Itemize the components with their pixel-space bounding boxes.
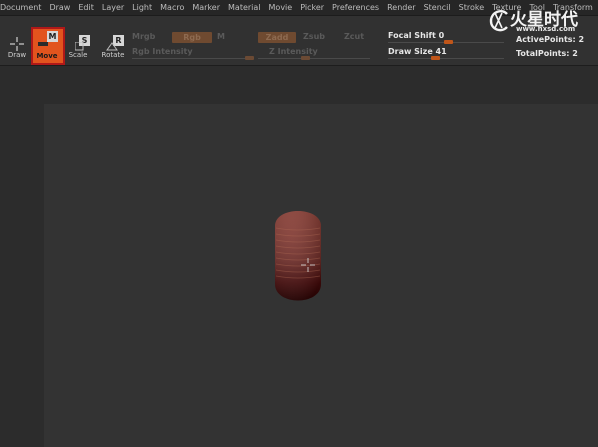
draw-size-knob[interactable]: [431, 56, 440, 60]
menu-light[interactable]: Light: [128, 0, 156, 15]
menu-draw[interactable]: Draw: [45, 0, 74, 15]
focal-shift-value: 0: [438, 31, 445, 40]
menu-edit[interactable]: Edit: [74, 0, 98, 15]
z-intensity-knob[interactable]: [301, 56, 310, 60]
move-tool-label: Move: [36, 52, 58, 60]
z-intensity-label: Z Intensity: [269, 47, 318, 56]
logo-mark-icon: [489, 10, 508, 32]
rotate-tool-label: Rotate: [101, 51, 125, 59]
rgb-intensity-label: Rgb Intensity: [132, 47, 193, 56]
focal-shift-knob[interactable]: [444, 40, 453, 44]
m-toggle[interactable]: M: [217, 32, 225, 41]
rgb-intensity-knob[interactable]: [245, 56, 254, 60]
total-points-readout: TotalPoints: 2: [516, 49, 578, 58]
z-intensity-slider[interactable]: [258, 58, 370, 59]
menu-layer[interactable]: Layer: [98, 0, 128, 15]
logo-url: www.hxsd.com: [516, 25, 576, 33]
focal-shift-label-text: Focal Shift: [388, 31, 436, 40]
mrgb-toggle[interactable]: Mrgb: [132, 32, 155, 41]
draw-size-slider[interactable]: [388, 58, 504, 59]
menu-picker[interactable]: Picker: [296, 0, 328, 15]
draw-tool-button[interactable]: Draw: [1, 18, 33, 62]
menu-macro[interactable]: Macro: [156, 0, 188, 15]
zadd-toggle[interactable]: Zadd: [258, 32, 296, 43]
canvas[interactable]: [44, 104, 598, 447]
move-hotkey-badge: M: [47, 31, 58, 42]
move-tool-button[interactable]: M Move: [31, 18, 65, 65]
total-points-value: 2: [572, 49, 578, 58]
rgb-intensity-slider[interactable]: [132, 58, 254, 59]
menu-movie[interactable]: Movie: [265, 0, 297, 15]
menu-render[interactable]: Render: [383, 0, 419, 15]
hxsd-logo: 火星时代: [489, 9, 578, 32]
zcut-toggle[interactable]: Zcut: [344, 32, 364, 41]
draw-size-value: 41: [435, 47, 447, 56]
zsub-toggle[interactable]: Zsub: [303, 32, 325, 41]
rotate-icon: [106, 42, 118, 51]
scale-icon: [75, 42, 84, 51]
capsule-model[interactable]: [264, 202, 334, 312]
crosshair-icon: [10, 37, 24, 51]
scale-tool-button[interactable]: S Scale: [62, 18, 94, 62]
total-points-label: TotalPoints:: [516, 49, 570, 58]
menu-stroke[interactable]: Stroke: [455, 0, 489, 15]
menu-material[interactable]: Material: [224, 0, 265, 15]
menu-document[interactable]: Document: [0, 0, 45, 15]
rgb-toggle[interactable]: Rgb: [172, 32, 212, 43]
scale-tool-label: Scale: [68, 51, 88, 59]
focal-shift-label: Focal Shift 0: [388, 31, 444, 40]
menu-marker[interactable]: Marker: [188, 0, 224, 15]
menu-stencil[interactable]: Stencil: [420, 0, 455, 15]
rotate-tool-button[interactable]: R Rotate: [97, 18, 129, 62]
draw-size-label: Draw Size 41: [388, 47, 447, 56]
draw-size-label-text: Draw Size: [388, 47, 433, 56]
menu-preferences[interactable]: Preferences: [328, 0, 383, 15]
draw-tool-label: Draw: [7, 51, 27, 59]
move-icon: [38, 42, 48, 46]
